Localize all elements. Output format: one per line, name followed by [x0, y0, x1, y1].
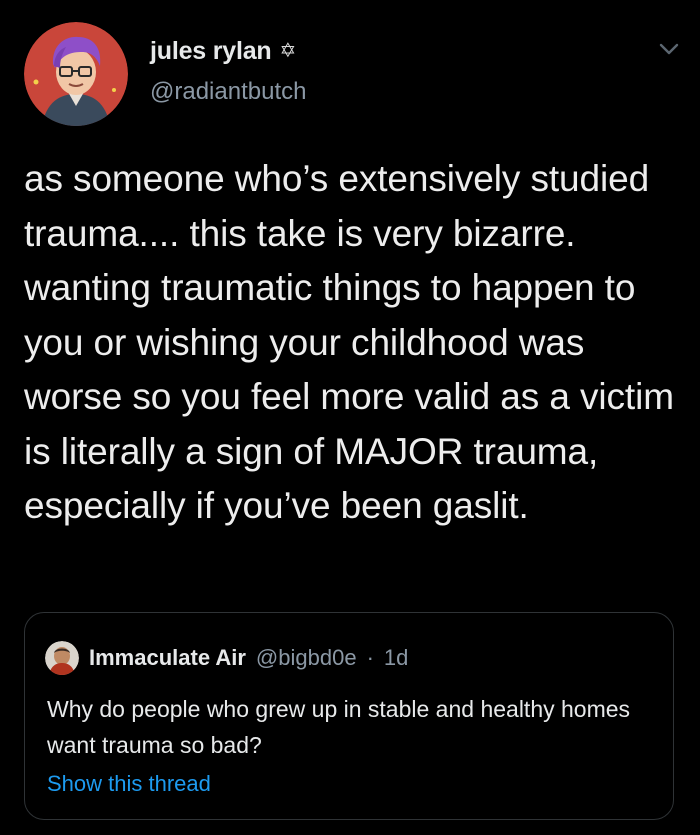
tweet-text: as someone who’s extensively studied tra… — [24, 158, 674, 526]
show-thread-link[interactable]: Show this thread — [47, 771, 211, 797]
avatar-illustration-icon — [24, 22, 128, 126]
quoted-tweet-text: Why do people who grew up in stable and … — [47, 696, 631, 758]
author-name-row: jules rylan ✡ — [150, 34, 306, 68]
quoted-author-avatar — [45, 641, 79, 675]
quoted-tweet-header: Immaculate Air @bigbd0e · 1d — [45, 641, 408, 675]
author-display-name[interactable]: jules rylan — [150, 37, 272, 66]
author-info: jules rylan ✡ @radiantbutch — [150, 34, 306, 106]
quoted-separator: · — [366, 645, 374, 670]
quoted-avatar-icon — [45, 641, 79, 675]
quoted-tweet[interactable]: Immaculate Air @bigbd0e · 1d Why do peop… — [24, 612, 674, 820]
quoted-handle: @bigbd0e — [255, 645, 357, 670]
author-avatar[interactable] — [24, 22, 128, 126]
star-of-david-icon: ✡ — [279, 40, 297, 62]
author-handle[interactable]: @radiantbutch — [150, 78, 306, 106]
tweet: jules rylan ✡ @radiantbutch as someone w… — [0, 0, 700, 835]
chevron-down-icon[interactable] — [656, 36, 682, 62]
quoted-display-name[interactable]: Immaculate Air — [89, 645, 246, 671]
quoted-timestamp[interactable]: 1d — [384, 645, 408, 671]
